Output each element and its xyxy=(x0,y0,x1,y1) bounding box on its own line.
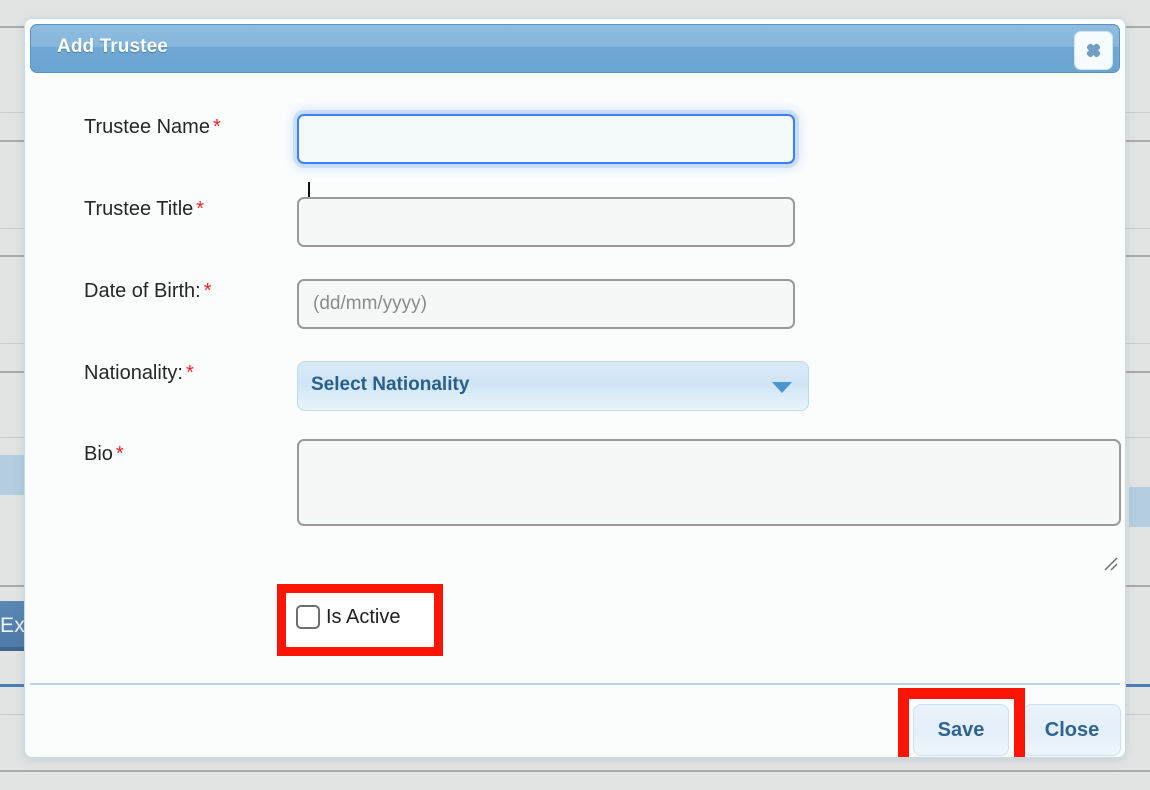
save-button[interactable]: Save xyxy=(913,704,1009,756)
dialog-title: Add Trustee xyxy=(57,36,168,57)
footer-divider xyxy=(30,683,1120,685)
date-of-birth-input[interactable] xyxy=(297,279,795,329)
trustee-name-input[interactable] xyxy=(297,114,795,164)
chevron-down-icon xyxy=(772,382,792,393)
required-marker: * xyxy=(185,362,194,384)
required-marker: * xyxy=(212,116,221,138)
background-bottom-divider xyxy=(0,770,1150,772)
resize-grip-icon xyxy=(1104,557,1118,571)
is-active-checkbox[interactable] xyxy=(296,605,320,629)
required-marker: * xyxy=(203,280,212,302)
trustee-title-input[interactable] xyxy=(297,197,795,247)
label-trustee-name: Trustee Name * xyxy=(84,116,221,138)
required-marker: * xyxy=(196,198,205,220)
label-trustee-title: Trustee Title * xyxy=(84,198,205,220)
is-active-field[interactable]: Is Active xyxy=(296,605,400,629)
label-date-of-birth: Date of Birth: * xyxy=(84,280,212,302)
bio-textarea[interactable] xyxy=(297,439,1121,526)
background-selected-row xyxy=(1129,487,1150,527)
close-icon[interactable] xyxy=(1074,31,1113,70)
close-button[interactable]: Close xyxy=(1023,704,1121,756)
label-nationality: Nationality: * xyxy=(84,362,194,384)
dialog-header: Add Trustee xyxy=(30,24,1120,73)
nationality-selected-value: Select Nationality xyxy=(311,374,470,395)
is-active-label: Is Active xyxy=(326,605,401,628)
required-marker: * xyxy=(115,443,124,465)
label-bio: Bio * xyxy=(84,443,124,465)
dialog-body: Trustee Name * Trustee Title * Date of Bir… xyxy=(25,74,1125,665)
add-trustee-dialog: Add Trustee Trustee Name * Trustee Title * xyxy=(24,18,1126,758)
close-x-icon xyxy=(1086,43,1101,58)
nationality-select[interactable]: Select Nationality xyxy=(297,361,809,411)
